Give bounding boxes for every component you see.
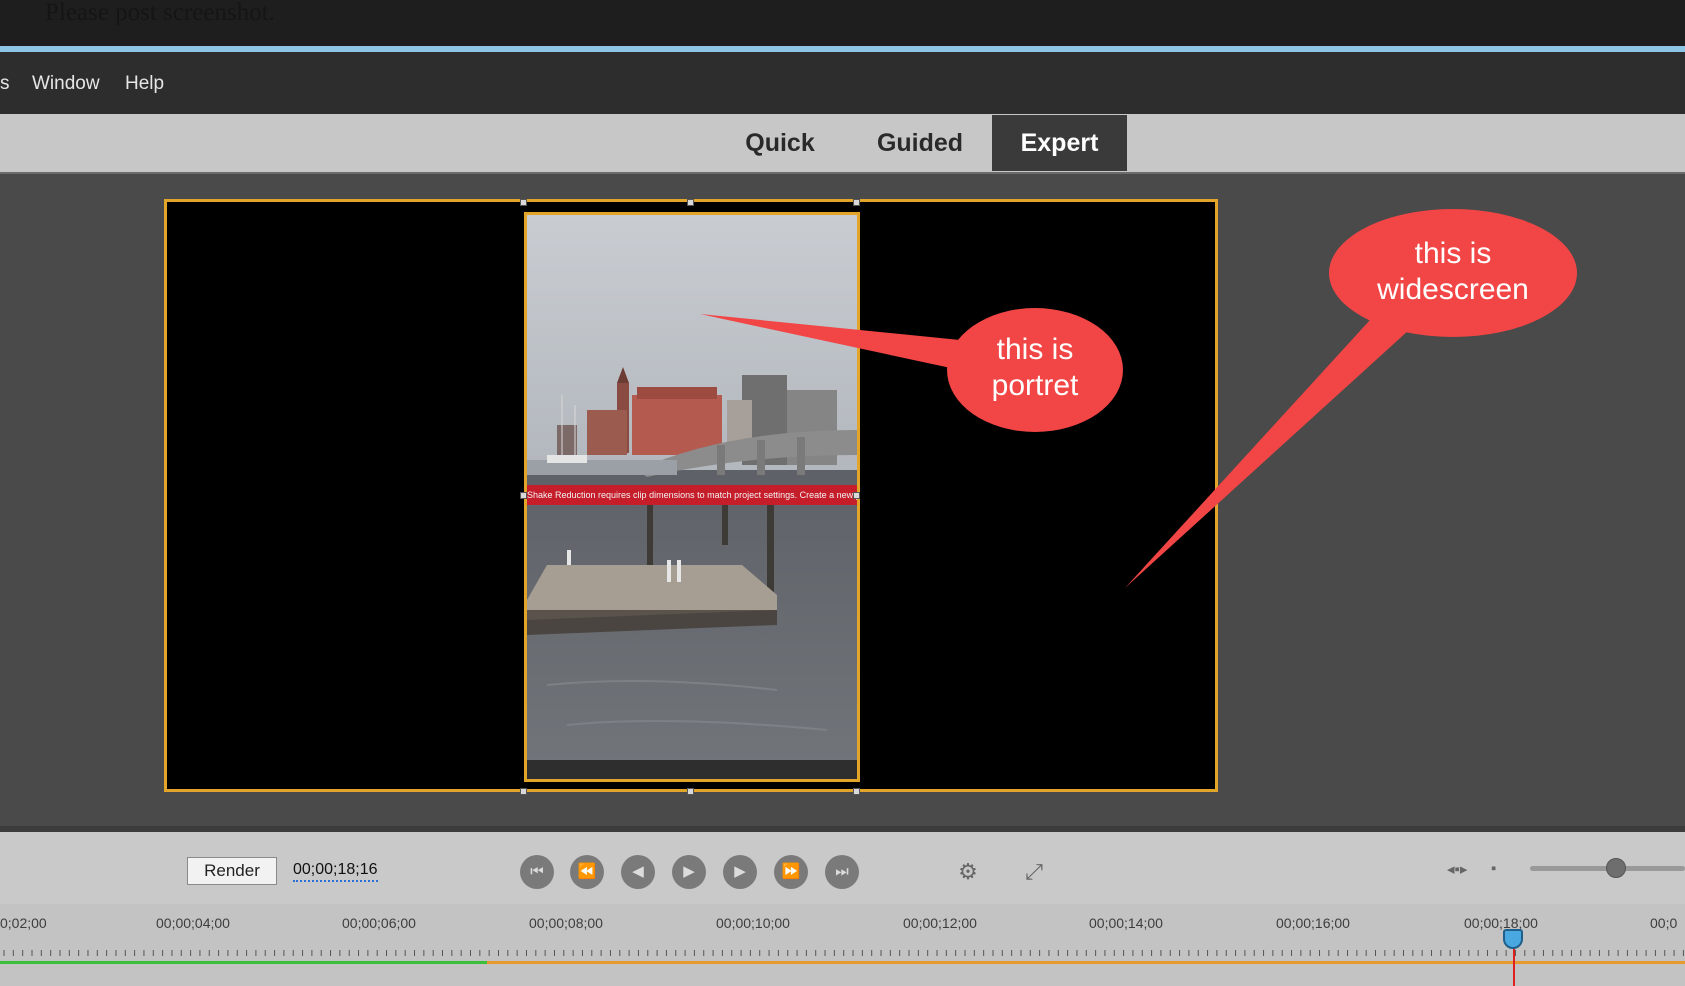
- ruler-label: 00;00;08;00: [529, 915, 603, 931]
- current-timecode[interactable]: 00;00;18;16: [293, 860, 378, 882]
- render-button[interactable]: Render: [187, 857, 277, 885]
- ruler-label: 00;00;06;00: [342, 915, 416, 931]
- step-back-icon[interactable]: ◀: [621, 855, 655, 889]
- fit-timeline-icon[interactable]: ◂▪▸: [1447, 860, 1467, 878]
- ruler-ticks: [3, 950, 1684, 956]
- go-to-end-icon[interactable]: ⏭: [825, 855, 859, 889]
- previous-edit-icon[interactable]: ⏪: [570, 855, 604, 889]
- monitor-settings-icon[interactable]: ⚙: [951, 855, 985, 889]
- ruler-label: 00;00;04;00: [156, 915, 230, 931]
- unrendered-bar: [487, 961, 1685, 964]
- step-forward-icon[interactable]: ▶: [723, 855, 757, 889]
- zoom-slider-thumb[interactable]: [1606, 858, 1626, 878]
- ruler-label: 00;00;14;00: [1089, 915, 1163, 931]
- ruler-label: 00;0: [1650, 915, 1678, 931]
- ruler-label: 0;02;00: [0, 915, 47, 931]
- playhead-marker[interactable]: [1503, 929, 1523, 949]
- ruler-label: 00;00;16;00: [1276, 915, 1350, 931]
- ruler-label: 00;00;10;00: [716, 915, 790, 931]
- ruler-label: 00;00;18;00: [1464, 915, 1538, 931]
- callout-widescreen-text: this is widescreen: [1377, 237, 1529, 306]
- rendered-bar: [0, 961, 487, 964]
- go-to-start-icon[interactable]: ⏮: [520, 855, 554, 889]
- next-edit-icon[interactable]: ⏩: [774, 855, 808, 889]
- fullscreen-monitor-icon[interactable]: ⤢: [1017, 855, 1051, 889]
- callout-portrait-text: this is portret: [991, 333, 1079, 402]
- callout-portrait-pointer: [700, 314, 960, 370]
- play-icon[interactable]: ▶: [672, 855, 706, 889]
- ruler-label: 00;00;12;00: [903, 915, 977, 931]
- zoom-out-icon[interactable]: ▪: [1491, 860, 1496, 877]
- callout-widescreen-pointer: [1125, 320, 1420, 588]
